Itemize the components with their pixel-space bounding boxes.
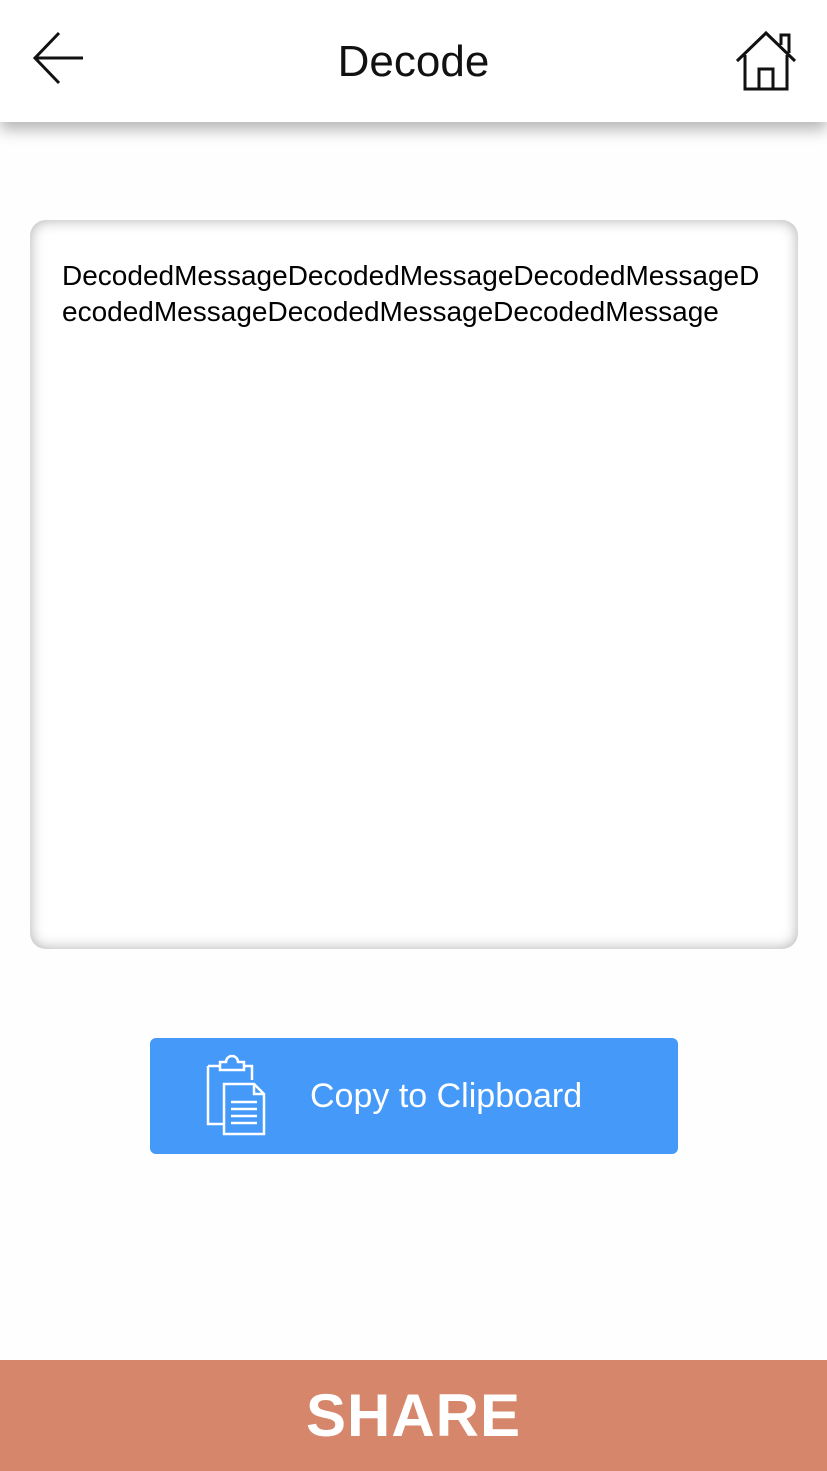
home-button[interactable] (730, 24, 802, 96)
decoded-message-text: DecodedMessageDecodedMessageDecodedMessa… (62, 260, 760, 327)
clipboard-icon (206, 1054, 266, 1136)
copy-button-label: Copy to Clipboard (310, 1077, 583, 1115)
share-button-label: SHARE (305, 1382, 522, 1449)
copy-to-clipboard-button[interactable]: Copy to Clipboard (150, 1038, 678, 1154)
page-title: Decode (337, 37, 490, 86)
home-icon (735, 30, 797, 91)
top-app-bar: Decode (0, 0, 827, 122)
decoded-message-box[interactable]: DecodedMessageDecodedMessageDecodedMessa… (30, 220, 798, 949)
share-button[interactable]: SHARE (0, 1360, 827, 1471)
